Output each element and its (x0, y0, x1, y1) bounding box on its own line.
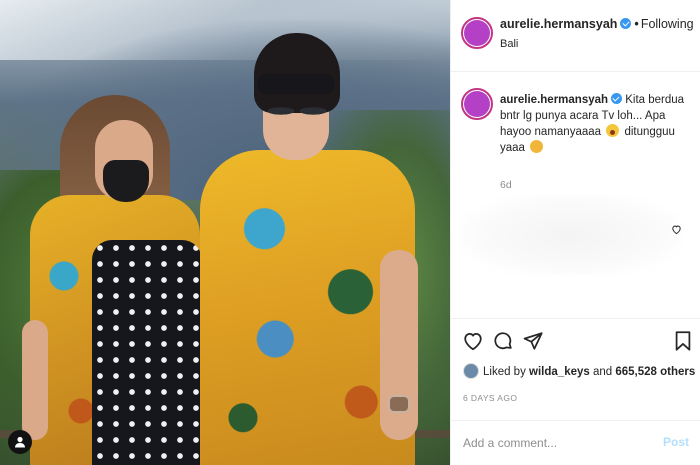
post-side-panel: aurelie.hermansyah • Following Bali aureli… (450, 0, 700, 465)
man-headband (258, 74, 334, 94)
heart-icon[interactable] (461, 329, 485, 353)
likes-summary: Liked by wilda_keys and 665,528 others (463, 363, 695, 379)
likes-prefix: Liked by (483, 366, 526, 378)
caption-username[interactable]: aurelie.hermansyah (500, 94, 608, 106)
comment-box: Post (451, 420, 700, 465)
caption-time[interactable]: 6d (500, 179, 512, 191)
verified-badge-icon (611, 93, 623, 104)
smiling-face-emoji-icon (530, 140, 544, 153)
verified-badge-icon (620, 18, 632, 29)
caption-like-heart-icon[interactable] (671, 222, 682, 240)
bookmark-icon[interactable] (671, 329, 695, 353)
caption-block: aurelie.hermansyah Kita berdua bntr lg p… (451, 80, 700, 315)
user-tag-icon[interactable] (8, 430, 32, 454)
blurred-comment-area (461, 195, 681, 275)
post-location[interactable]: Bali (500, 38, 518, 50)
post-comment-button[interactable]: Post (663, 435, 689, 449)
paper-plane-icon[interactable] (521, 329, 545, 353)
post-date[interactable]: 6 DAYS AGO (463, 393, 517, 403)
author-line: aurelie.hermansyah • Following (500, 17, 694, 31)
astonished-face-emoji-icon (606, 124, 620, 137)
woman-face-mask (103, 160, 149, 202)
man-watch (388, 395, 410, 413)
post-photo[interactable] (0, 0, 450, 465)
liker-username[interactable]: wilda_keys (529, 366, 590, 378)
post-actions: Liked by wilda_keys and 665,528 others 6… (451, 318, 700, 418)
woman-arm (22, 320, 48, 440)
comment-icon[interactable] (491, 329, 515, 353)
woman-polka-dot-dress (92, 240, 202, 465)
man-sunglasses (266, 98, 328, 124)
liker-avatar[interactable] (463, 363, 479, 379)
caption-text: aurelie.hermansyah Kita berdua bntr lg p… (500, 92, 690, 156)
post-header: aurelie.hermansyah • Following Bali (451, 0, 700, 72)
caption-avatar[interactable] (461, 88, 493, 120)
author-username[interactable]: aurelie.hermansyah (500, 17, 617, 31)
likes-middle: and (592, 366, 613, 378)
likes-count[interactable]: 665,528 others (615, 366, 695, 378)
separator-dot: • (634, 17, 639, 31)
comment-input[interactable] (463, 432, 643, 454)
following-button[interactable]: Following (641, 17, 694, 31)
author-avatar[interactable] (461, 17, 493, 49)
